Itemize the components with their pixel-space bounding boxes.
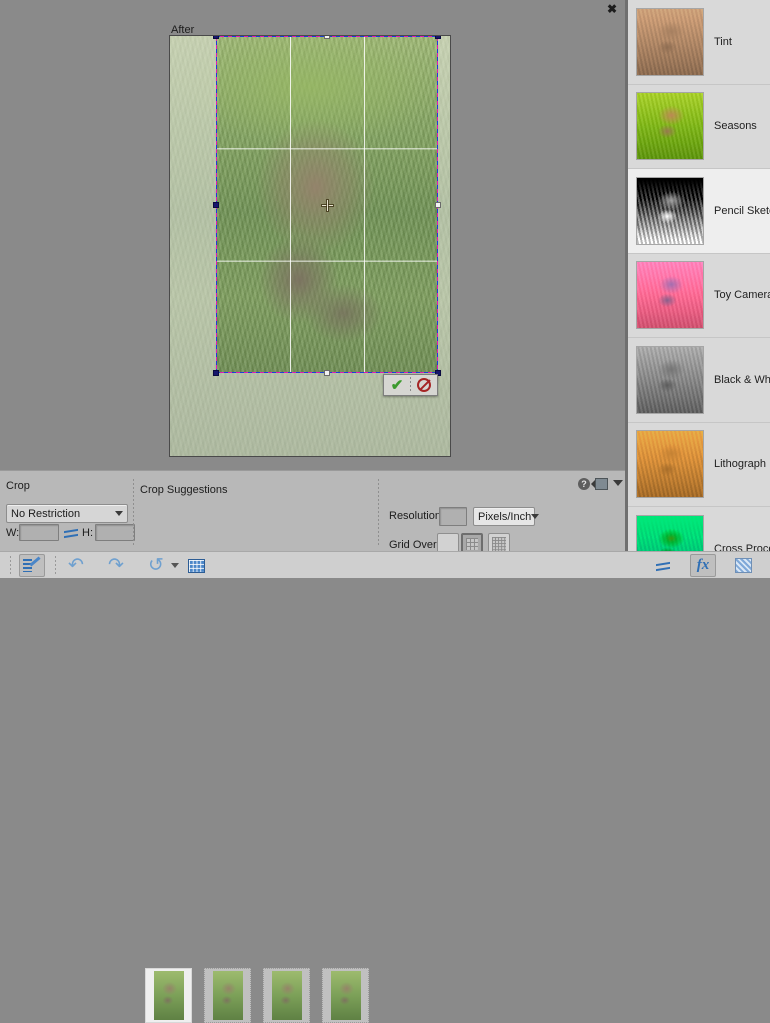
crop-suggestion-thumbnail (330, 971, 361, 1020)
effect-thumbnail (636, 176, 704, 245)
question-mark-icon: ? (578, 478, 590, 490)
effect-label: Lithograph (714, 458, 766, 471)
crop-handle-top-center[interactable] (324, 36, 330, 39)
resolution-input[interactable] (439, 507, 467, 526)
effect-item-cross-process[interactable]: Cross Process (628, 507, 770, 551)
effect-label: Seasons (714, 120, 757, 133)
crop-suggestion-3[interactable] (263, 968, 310, 1023)
crop-handle-bottom-center[interactable] (324, 370, 330, 376)
effect-thumbnail (636, 261, 704, 330)
undo-arrow-icon: ↶ (68, 555, 84, 576)
resolution-label: Resolution: (389, 510, 445, 522)
toolbar-divider-1 (10, 556, 11, 575)
crop-cancel-button[interactable] (411, 375, 437, 395)
effect-item-tint[interactable]: Tint (628, 0, 770, 85)
crop-suggestion-thumbnail (212, 971, 243, 1020)
crop-handle-top-right[interactable] (435, 36, 441, 39)
crop-suggestion-4[interactable] (322, 968, 369, 1023)
effect-item-black-and-white[interactable]: Black & White (628, 338, 770, 423)
toolbar-divider-2 (55, 556, 56, 575)
crop-suggestion-1[interactable] (145, 968, 192, 1023)
effect-label: Tint (714, 35, 732, 48)
chevron-down-icon (613, 480, 623, 486)
image-preview-frame[interactable]: ✔ (169, 35, 451, 457)
bottom-toolbar: ↶ ↷ ↺ fx (0, 551, 770, 578)
grid-organizer-icon (187, 558, 205, 573)
effect-label: Black & White (714, 373, 770, 386)
crop-restriction-value: No Restriction (11, 507, 81, 520)
collapse-panel-button[interactable] (613, 480, 623, 486)
resolution-unit-value: Pixels/Inch (478, 510, 532, 523)
crop-action-buttons: ✔ (383, 374, 438, 396)
chevron-down-icon (115, 511, 123, 516)
effect-thumbnail (636, 430, 704, 499)
rule-of-thirds-grid (216, 36, 438, 373)
effect-thumbnail (636, 7, 704, 76)
textures-icon (734, 558, 752, 573)
crop-handle-bottom-left[interactable] (213, 370, 219, 376)
crop-handle-middle-right[interactable] (435, 201, 441, 208)
panel-options-button[interactable] (591, 478, 608, 490)
crop-width-label: W: (6, 527, 20, 539)
crop-suggestion-2[interactable] (204, 968, 251, 1023)
effect-item-seasons[interactable]: Seasons (628, 85, 770, 169)
effect-thumbnail (636, 345, 704, 414)
fx-icon: fx (696, 557, 710, 573)
crop-suggestion-thumbnail (271, 971, 302, 1020)
help-button[interactable]: ? (578, 478, 590, 490)
crop-dim-left (170, 36, 216, 456)
effect-thumbnail (636, 92, 704, 161)
effect-label: Cross Process (714, 542, 770, 551)
crop-height-input[interactable] (95, 524, 135, 541)
effect-item-pencil-sketch[interactable]: Pencil Sketch (628, 169, 770, 254)
chevron-down-icon (171, 563, 179, 568)
crop-confirm-button[interactable]: ✔ (384, 375, 410, 395)
sliders-icon (656, 559, 670, 573)
crop-panel-title: Crop (6, 480, 30, 492)
resolution-unit-dropdown[interactable]: Pixels/Inch (473, 507, 540, 526)
textures-button[interactable] (730, 554, 756, 577)
crop-handle-middle-left[interactable] (213, 201, 219, 208)
organizer-button[interactable] (184, 554, 208, 577)
crop-marching-ants-border (216, 36, 438, 373)
crop-width-input[interactable] (19, 524, 59, 541)
checkmark-icon: ✔ (390, 376, 404, 394)
crop-restriction-dropdown[interactable]: No Restriction (6, 504, 128, 523)
chevron-down-icon (531, 514, 540, 519)
crop-dim-right (438, 36, 450, 456)
close-icon[interactable]: ✖ (605, 2, 619, 16)
cancel-circle-icon (417, 378, 431, 392)
options-divider-1 (133, 479, 134, 547)
adjustments-button[interactable] (650, 554, 676, 577)
redo-arrow-icon: ↷ (108, 555, 124, 576)
effects-button[interactable]: fx (690, 554, 716, 577)
reset-arrow-icon: ↺ (148, 555, 164, 576)
edit-list-pencil-icon (23, 555, 41, 574)
crop-suggestions-title: Crop Suggestions (140, 484, 228, 496)
redo-button[interactable]: ↷ (104, 554, 128, 577)
undo-button[interactable]: ↶ (64, 554, 88, 577)
effects-sidebar[interactable]: Tint Seasons Pencil Sketch Toy Camera Bl… (628, 0, 770, 551)
crop-height-label: H: (82, 527, 93, 539)
effect-item-lithograph[interactable]: Lithograph (628, 423, 770, 507)
reset-button[interactable]: ↺ (144, 554, 168, 577)
swap-dimensions-icon[interactable] (64, 526, 78, 540)
crop-options-bar: Crop No Restriction W: H: Crop Suggestio… (0, 470, 625, 1023)
effect-item-toy-camera[interactable]: Toy Camera (628, 254, 770, 338)
effect-thumbnail (636, 514, 704, 551)
panel-bin-icon (591, 478, 608, 490)
reset-dropdown-button[interactable] (170, 554, 180, 577)
options-divider-2 (378, 479, 379, 547)
crop-center-marker (322, 199, 333, 211)
editor-canvas-area: ✖ After ✔ (0, 0, 625, 470)
crop-handle-top-left[interactable] (213, 36, 219, 39)
effect-label: Pencil Sketch (714, 204, 770, 217)
edit-quick-button[interactable] (19, 554, 45, 577)
crop-selection-rect[interactable] (213, 36, 441, 376)
effect-label: Toy Camera (714, 289, 770, 302)
crop-suggestion-thumbnail (153, 971, 184, 1020)
